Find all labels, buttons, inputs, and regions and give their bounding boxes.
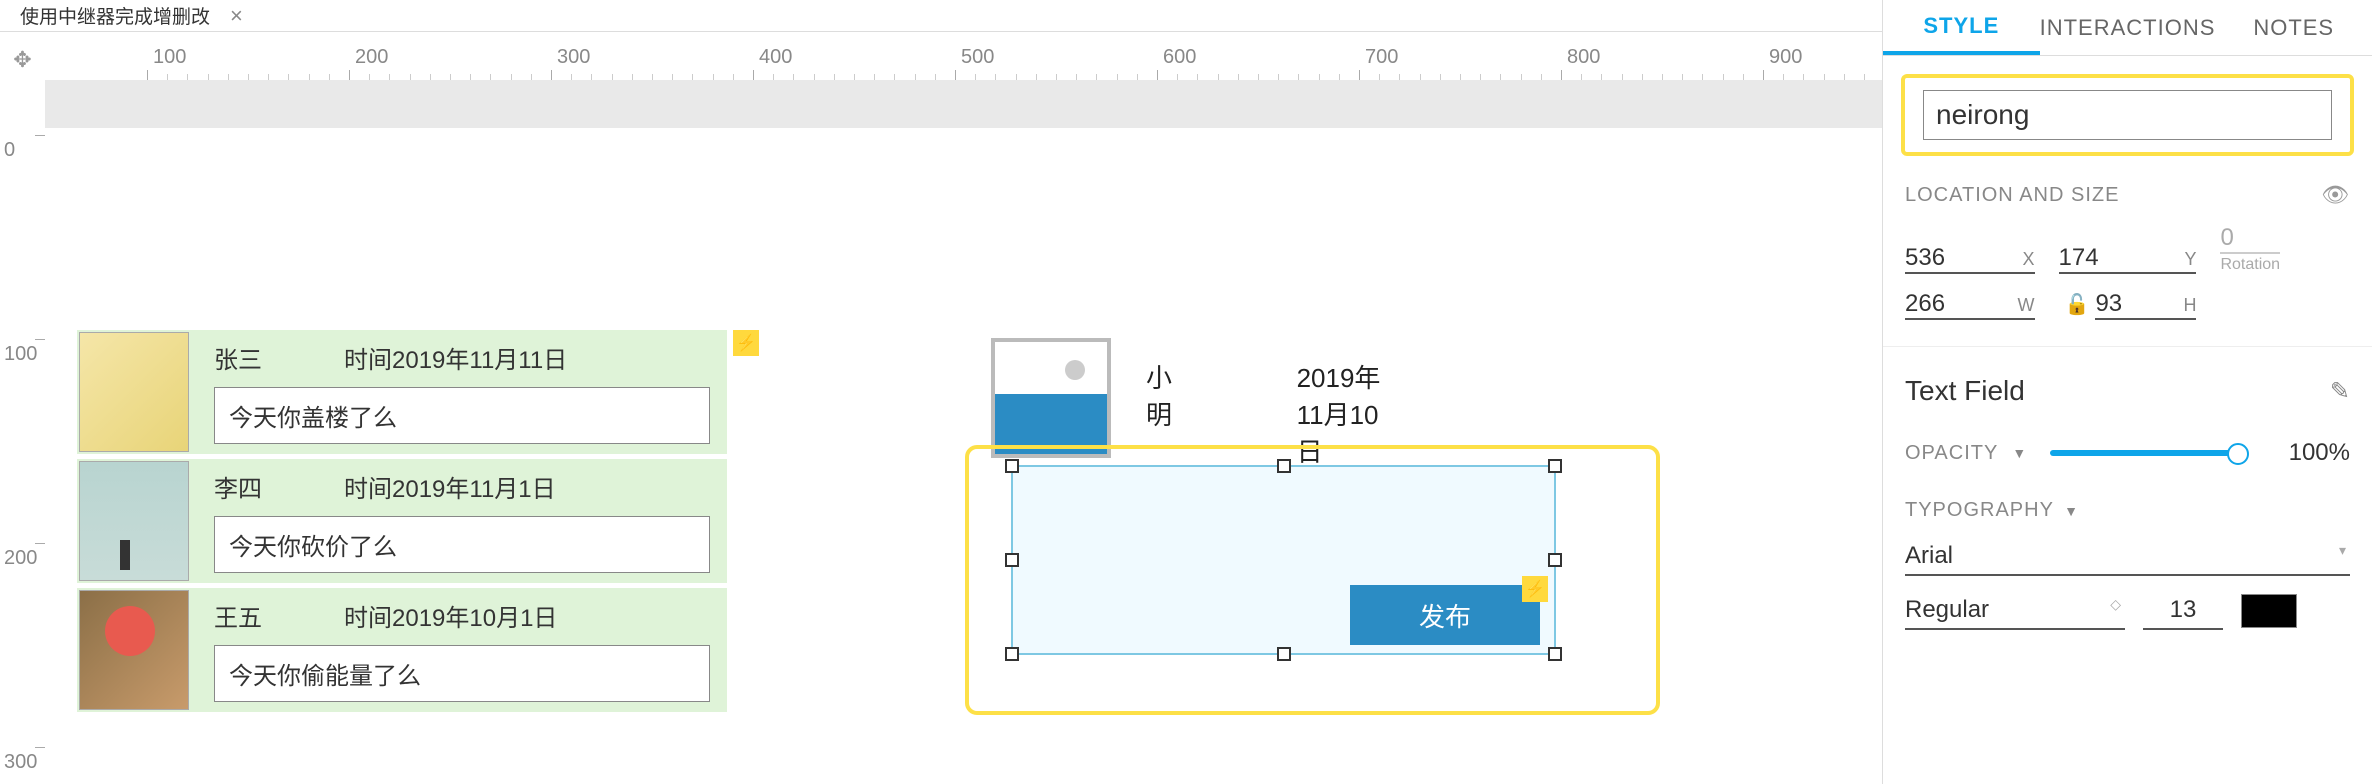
item-message-field[interactable]: 今天你盖楼了么 <box>214 387 710 444</box>
ruler-tick-label: 100 <box>4 343 37 366</box>
avatar[interactable] <box>79 332 189 452</box>
y-input[interactable] <box>2059 244 2139 272</box>
typography-section-header: TYPOGRAPHY ▼ <box>1883 481 2372 532</box>
ruler-tick-label: 200 <box>4 547 37 570</box>
canvas[interactable]: 张三 时间2019年11月11日 今天你盖楼了么 李四 时间2019年11月1日… <box>45 80 1882 784</box>
y-label: Y <box>2184 249 2196 270</box>
resize-handle-ml[interactable] <box>1005 553 1019 567</box>
tab-title: 使用中继器完成增删改 <box>20 2 210 29</box>
rotation-label: Rotation <box>2220 256 2280 274</box>
font-weight-select[interactable]: Regular <box>1905 592 2125 630</box>
tab-interactions[interactable]: INTERACTIONS <box>2040 0 2216 55</box>
ruler-tick-label: 100 <box>153 46 186 69</box>
rotation-input[interactable] <box>2220 224 2280 254</box>
item-name-label[interactable]: 张三 <box>214 340 334 375</box>
ruler-tick-label: 600 <box>1163 46 1196 69</box>
ruler-vertical[interactable]: 0 100 200 300 <box>0 80 45 784</box>
location-label: LOCATION AND SIZE <box>1905 184 2119 207</box>
font-family-row: Arial <box>1883 532 2372 582</box>
w-input[interactable] <box>1905 290 1985 318</box>
inspector-tabs: STYLE INTERACTIONS NOTES <box>1883 0 2372 56</box>
item-content: 张三 时间2019年11月11日 今天你盖楼了么 <box>199 332 725 452</box>
x-input[interactable] <box>1905 244 1985 272</box>
ruler-origin-icon[interactable]: ✥ <box>0 40 45 80</box>
opacity-value[interactable]: 100% <box>2270 439 2350 467</box>
x-label: X <box>2023 249 2035 270</box>
h-input[interactable] <box>2095 290 2175 318</box>
widget-type-row: Text Field ✎ <box>1883 346 2372 425</box>
chevron-down-icon[interactable]: ▼ <box>2064 503 2079 519</box>
ruler-tick-label: 700 <box>1365 46 1398 69</box>
resize-handle-tr[interactable] <box>1548 459 1562 473</box>
tab-style[interactable]: STYLE <box>1883 0 2040 55</box>
location-grid: X Y Rotation W 🔓 H <box>1883 216 2372 328</box>
ruler-tick-label: 300 <box>4 751 37 774</box>
font-color-swatch[interactable] <box>2241 594 2297 628</box>
y-field[interactable]: Y <box>2059 244 2197 274</box>
avatar[interactable] <box>79 590 189 710</box>
list-item[interactable]: 李四 时间2019年11月1日 今天你砍价了么 <box>77 459 727 583</box>
lightning-icon[interactable]: ⚡ <box>733 330 759 356</box>
ruler-tick-label: 0 <box>4 139 15 162</box>
lightning-icon[interactable]: ⚡ <box>1522 576 1548 602</box>
resize-handle-bc[interactable] <box>1277 647 1291 661</box>
image-placeholder[interactable] <box>991 338 1111 458</box>
widget-name-highlight <box>1901 74 2354 156</box>
resize-handle-tl[interactable] <box>1005 459 1019 473</box>
item-message-field[interactable]: 今天你偷能量了么 <box>214 645 710 702</box>
h-label: H <box>2183 295 2196 316</box>
item-time-label[interactable]: 时间2019年11月1日 <box>334 469 710 504</box>
canvas-gutter <box>45 80 1882 128</box>
font-family-select[interactable]: Arial <box>1905 538 2350 576</box>
item-content: 李四 时间2019年11月1日 今天你砍价了么 <box>199 461 725 581</box>
typography-label: TYPOGRAPHY <box>1905 499 2054 521</box>
repeater-widget[interactable]: 张三 时间2019年11月11日 今天你盖楼了么 李四 时间2019年11月1日… <box>77 330 727 717</box>
close-icon[interactable]: × <box>230 3 243 29</box>
ruler-tick-label: 800 <box>1567 46 1600 69</box>
rotation-field[interactable]: Rotation <box>2220 224 2350 274</box>
chevron-down-icon[interactable]: ▼ <box>2012 445 2026 461</box>
item-time-label[interactable]: 时间2019年10月1日 <box>334 598 710 633</box>
opacity-slider[interactable] <box>2050 450 2246 456</box>
resize-handle-bl[interactable] <box>1005 647 1019 661</box>
lock-icon[interactable]: 🔓 <box>2065 292 2090 317</box>
item-time-label[interactable]: 时间2019年11月11日 <box>334 340 710 375</box>
avatar[interactable] <box>79 461 189 581</box>
inspector-panel: STYLE INTERACTIONS NOTES LOCATION AND SI… <box>1882 0 2372 784</box>
item-name-label[interactable]: 王五 <box>214 598 334 633</box>
x-field[interactable]: X <box>1905 244 2035 274</box>
opacity-row: OPACITY ▼ 100% <box>1883 425 2372 481</box>
ruler-tick-label: 500 <box>961 46 994 69</box>
ruler-tick-label: 900 <box>1769 46 1802 69</box>
edit-style-icon[interactable]: ✎ <box>2330 377 2350 406</box>
page-tab[interactable]: 使用中继器完成增删改 × <box>0 0 263 32</box>
widget-type-label: Text Field <box>1905 375 2025 407</box>
ruler-tick-label: 300 <box>557 46 590 69</box>
list-item[interactable]: 王五 时间2019年10月1日 今天你偷能量了么 <box>77 588 727 712</box>
resize-handle-mr[interactable] <box>1548 553 1562 567</box>
h-field[interactable]: H <box>2095 290 2196 320</box>
ruler-tick-label: 200 <box>355 46 388 69</box>
ruler-horizontal[interactable]: 100 200 300 400 500 600 700 800 900 <box>45 40 1882 80</box>
ruler-tick-label: 400 <box>759 46 792 69</box>
resize-handle-br[interactable] <box>1548 647 1562 661</box>
font-size-input[interactable]: 13 <box>2143 592 2223 630</box>
publish-button[interactable]: 发布 <box>1350 585 1540 645</box>
tab-notes[interactable]: NOTES <box>2215 0 2372 55</box>
opacity-label: OPACITY <box>1905 442 1998 465</box>
item-name-label[interactable]: 李四 <box>214 469 334 504</box>
visibility-icon[interactable]: 👁 <box>2321 182 2350 208</box>
placeholder-circle-icon <box>1065 360 1085 380</box>
widget-name-input[interactable] <box>1923 90 2332 140</box>
item-message-field[interactable]: 今天你砍价了么 <box>214 516 710 573</box>
resize-handle-tc[interactable] <box>1277 459 1291 473</box>
location-section-header: LOCATION AND SIZE 👁 <box>1883 174 2372 216</box>
w-field[interactable]: W <box>1905 290 2035 320</box>
item-content: 王五 时间2019年10月1日 今天你偷能量了么 <box>199 590 725 710</box>
font-detail-row: Regular 13 <box>1883 582 2372 640</box>
w-label: W <box>2018 295 2035 316</box>
list-item[interactable]: 张三 时间2019年11月11日 今天你盖楼了么 <box>77 330 727 454</box>
